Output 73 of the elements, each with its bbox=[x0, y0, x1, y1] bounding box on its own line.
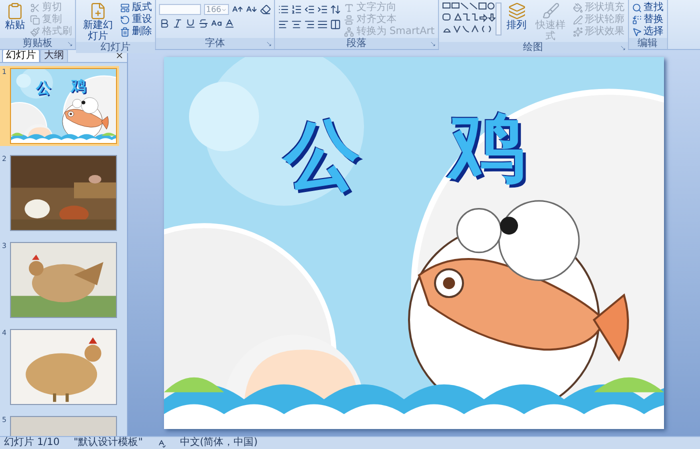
ribbon-button[interactable]: 重设 bbox=[120, 14, 152, 26]
justify-icon[interactable] bbox=[317, 19, 328, 30]
trash-icon bbox=[120, 27, 130, 37]
slide-title: 鸡 bbox=[449, 109, 525, 186]
ribbon-button[interactable]: 版式 bbox=[120, 2, 152, 14]
layers-icon bbox=[508, 2, 526, 20]
paintbrush-icon bbox=[30, 27, 40, 37]
theme-name: "默认设计模板" bbox=[74, 437, 143, 449]
dialog-launcher-icon[interactable] bbox=[620, 45, 626, 51]
language: 中文(简体，中国) bbox=[180, 437, 258, 449]
pane-tab[interactable]: 幻灯片 bbox=[2, 50, 40, 62]
align-center-icon[interactable] bbox=[291, 19, 302, 30]
pointer-icon bbox=[632, 27, 642, 37]
caret-icon bbox=[221, 6, 228, 12]
dialog-launcher-icon[interactable] bbox=[430, 41, 436, 47]
slide-title: 公 bbox=[36, 80, 52, 96]
font-name-field[interactable] bbox=[159, 4, 201, 15]
slide-thumbnail[interactable]: 公 鸡 bbox=[10, 68, 117, 144]
new-slide-icon bbox=[89, 2, 107, 20]
grow-font-icon[interactable] bbox=[232, 4, 244, 15]
layout-icon bbox=[120, 3, 130, 13]
group-label: 编辑 bbox=[638, 38, 658, 49]
search-icon bbox=[632, 3, 642, 13]
group-label: 幻灯片 bbox=[100, 42, 130, 53]
group-label: 绘图 bbox=[523, 42, 544, 53]
clear-format-icon[interactable] bbox=[260, 4, 272, 15]
font-color-icon[interactable] bbox=[224, 18, 235, 29]
replace-icon bbox=[632, 15, 642, 25]
numbering-icon[interactable] bbox=[291, 4, 302, 15]
bullets-icon[interactable] bbox=[278, 4, 290, 15]
bold-icon[interactable] bbox=[159, 18, 170, 29]
slide-title: 公 bbox=[284, 116, 360, 193]
font-size-field[interactable]: 166 bbox=[204, 4, 230, 15]
indent-icon[interactable] bbox=[317, 4, 328, 15]
spell-check-icon[interactable] bbox=[156, 438, 166, 448]
ribbon-button[interactable]: 选择 bbox=[632, 26, 664, 38]
smartart-icon bbox=[344, 27, 354, 37]
group-label: 段落 bbox=[346, 38, 366, 49]
italic-icon[interactable] bbox=[172, 18, 183, 29]
brush-icon bbox=[542, 2, 560, 20]
group-label: 剪贴板 bbox=[22, 38, 52, 49]
change-case-icon[interactable] bbox=[211, 18, 222, 29]
ribbon-button[interactable]: 查找 bbox=[632, 2, 664, 14]
align-left-icon[interactable] bbox=[278, 19, 290, 30]
align-right-icon[interactable] bbox=[304, 19, 316, 30]
align-text-icon bbox=[344, 15, 354, 25]
dialog-launcher-icon[interactable] bbox=[67, 41, 73, 47]
sparkles-icon bbox=[572, 27, 583, 37]
group-label: 字体 bbox=[205, 38, 226, 49]
outdent-icon[interactable] bbox=[304, 4, 316, 15]
scissors-icon bbox=[30, 3, 40, 13]
paint-bucket-icon bbox=[572, 3, 583, 13]
large-ribbon-button[interactable]: 粘贴 bbox=[3, 2, 27, 31]
shrink-font-icon[interactable] bbox=[246, 4, 258, 15]
underline-icon[interactable] bbox=[185, 18, 196, 29]
close-icon[interactable] bbox=[115, 51, 124, 60]
clipboard-icon bbox=[6, 2, 24, 20]
reset-icon bbox=[120, 15, 130, 25]
pane-tab[interactable]: 大纲 bbox=[40, 50, 68, 62]
slide-counter: 幻灯片 1/10 bbox=[4, 437, 60, 449]
ribbon-button[interactable]: 删除 bbox=[120, 26, 152, 38]
text-direction-icon bbox=[344, 3, 354, 13]
large-ribbon-button[interactable]: 新建幻灯片 bbox=[79, 2, 117, 42]
slide-title: 鸡 bbox=[70, 79, 86, 94]
shapes-gallery[interactable] bbox=[442, 2, 502, 36]
copy-icon bbox=[30, 15, 40, 25]
large-ribbon-button[interactable]: 排列 bbox=[504, 2, 529, 31]
line-spacing-icon[interactable] bbox=[330, 4, 342, 15]
ribbon-button[interactable]: 替换 bbox=[632, 14, 664, 26]
strikethrough-icon[interactable] bbox=[198, 18, 209, 29]
dialog-launcher-icon[interactable] bbox=[266, 41, 272, 47]
pen-icon bbox=[572, 15, 583, 25]
columns-icon[interactable] bbox=[330, 19, 342, 30]
